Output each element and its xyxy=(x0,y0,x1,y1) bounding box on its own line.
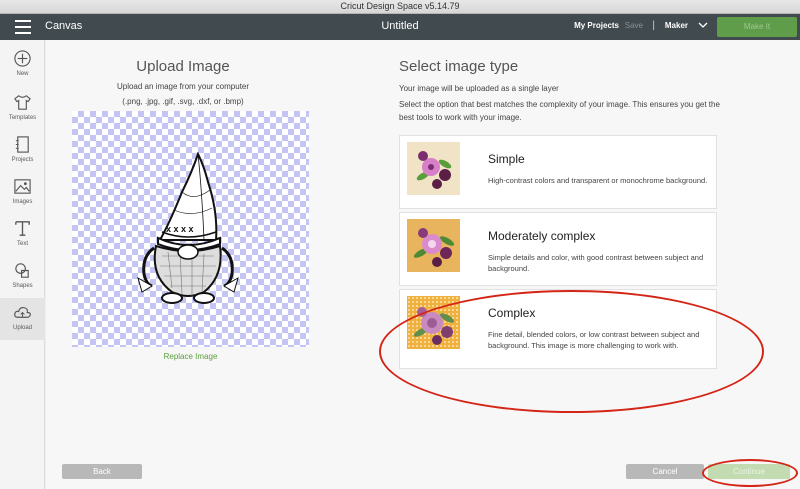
sidebar-item-images[interactable]: Images xyxy=(0,172,45,214)
option-title: Moderately complex xyxy=(488,229,596,243)
sidebar-item-upload[interactable]: Upload xyxy=(0,298,45,340)
sidebar-item-label: Text xyxy=(16,241,28,247)
back-button[interactable]: Back xyxy=(62,464,142,479)
cloud-upload-icon xyxy=(14,307,31,318)
sidebar-item-label: Shapes xyxy=(12,283,33,289)
sidebar-item-templates[interactable]: Templates xyxy=(0,88,45,130)
moderate-flower-thumbnail xyxy=(407,219,460,272)
upload-heading: Upload Image xyxy=(136,58,230,75)
option-moderately-complex[interactable]: Moderately complex Simple details and co… xyxy=(399,212,717,286)
chevron-down-icon[interactable] xyxy=(698,20,708,30)
app-topbar: Canvas Untitled My Projects Save | Maker… xyxy=(0,14,800,40)
cancel-button[interactable]: Cancel xyxy=(626,464,704,479)
option-title: Complex xyxy=(488,306,536,320)
upload-main-panel: Upload Image Upload an image from your c… xyxy=(46,40,800,489)
sidebar-item-new[interactable]: New xyxy=(0,44,45,86)
option-description: High-contrast colors and transparent or … xyxy=(488,176,708,185)
sidebar-item-label: Images xyxy=(12,199,33,205)
my-projects-link[interactable]: My Projects xyxy=(574,21,619,30)
option-description: Fine detail, blended colors, or low cont… xyxy=(488,330,700,350)
sidebar-item-shapes[interactable]: Shapes xyxy=(0,256,45,298)
select-type-description: Select the option that best matches the … xyxy=(399,100,720,122)
sidebar-item-label: Templates xyxy=(8,115,37,121)
svg-text:x x x x: x x x x xyxy=(166,224,194,234)
sidebar-item-label: Projects xyxy=(11,157,34,163)
simple-flower-thumbnail xyxy=(407,142,460,195)
notebook-icon xyxy=(15,136,29,153)
make-it-button[interactable]: Make It xyxy=(717,17,797,37)
image-preview: x x x x xyxy=(72,111,309,347)
sidebar-item-projects[interactable]: Projects xyxy=(0,130,45,172)
complex-flower-thumbnail xyxy=(407,296,460,349)
option-description: Simple details and color, with good cont… xyxy=(488,253,704,273)
select-type-heading: Select image type xyxy=(399,58,519,75)
window-title: Cricut Design Space v5.14.79 xyxy=(340,1,460,11)
left-sidebar: New Templates Projects Images Text Shape… xyxy=(0,40,45,489)
hamburger-menu-icon[interactable] xyxy=(15,20,31,34)
option-complex[interactable]: Complex Fine detail, blended colors, or … xyxy=(399,289,717,369)
sidebar-item-text[interactable]: Text xyxy=(0,214,45,256)
continue-button[interactable]: Continue xyxy=(708,464,790,479)
gnome-image: x x x x xyxy=(137,152,239,304)
option-title: Simple xyxy=(488,152,525,166)
window-titlebar: Cricut Design Space v5.14.79 xyxy=(0,0,800,14)
save-link[interactable]: Save xyxy=(625,21,643,30)
sidebar-item-label: Upload xyxy=(12,325,32,331)
topbar-separator: | xyxy=(652,20,655,31)
sidebar-item-label: New xyxy=(16,71,29,77)
option-simple[interactable]: Simple High-contrast colors and transpar… xyxy=(399,135,717,209)
replace-image-link[interactable]: Replace Image xyxy=(72,352,309,361)
shapes-icon xyxy=(15,263,29,278)
upload-file-types: (.png, .jpg, .gif, .svg, .dxf, or .bmp) xyxy=(122,97,244,106)
single-layer-note: Your image will be uploaded as a single … xyxy=(399,84,559,93)
plus-icon xyxy=(14,50,31,67)
canvas-label: Canvas xyxy=(45,20,83,32)
machine-selector[interactable]: Maker xyxy=(665,21,688,30)
text-icon xyxy=(15,221,30,236)
image-icon xyxy=(14,179,31,194)
shirt-icon xyxy=(14,95,31,110)
upload-instructions: Upload an image from your computer xyxy=(116,82,250,91)
